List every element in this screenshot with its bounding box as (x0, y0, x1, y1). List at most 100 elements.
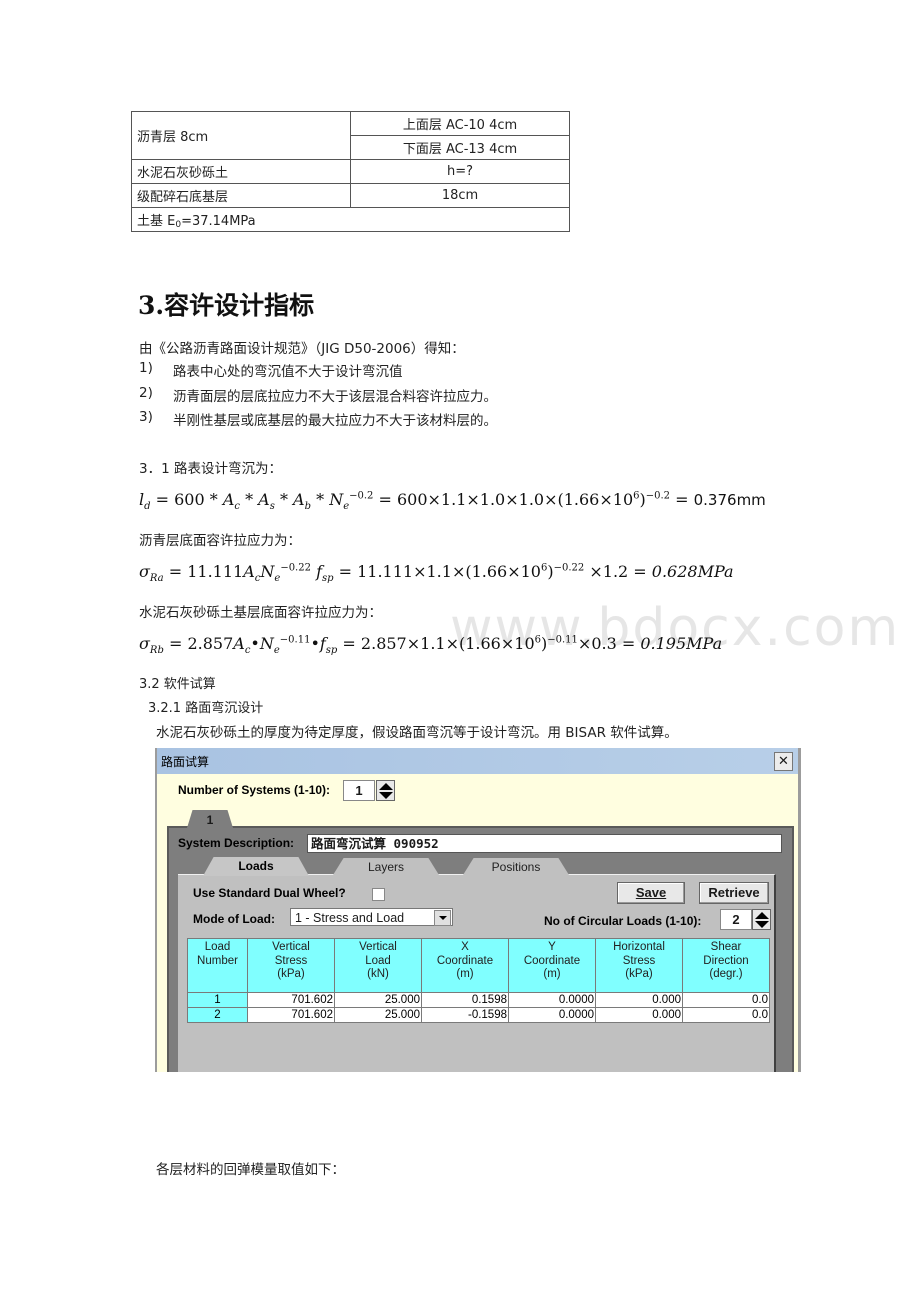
mode-select[interactable]: 1 - Stress and Load (290, 908, 453, 926)
grid-cell[interactable]: 25.000 (334, 992, 422, 1008)
tab-loads[interactable]: Loads (203, 857, 309, 876)
grid-header-text: Load (365, 954, 391, 967)
num-systems-input[interactable]: 1 (343, 780, 375, 801)
criterion-3: 3) 半刚性基层或底基层的最大拉应力不大于该材料层的。 (139, 409, 497, 429)
grid-cell[interactable]: 25.000 (334, 1007, 422, 1023)
close-button[interactable]: ✕ (774, 752, 793, 771)
grid-cell[interactable]: 0.0000 (508, 992, 596, 1008)
dialog-titlebar[interactable]: 路面试算 ✕ (157, 748, 798, 774)
subgrade-label: 土基 E (137, 213, 176, 229)
grid-cell[interactable]: 0.000 (595, 1007, 683, 1023)
close-icon: ✕ (778, 754, 789, 769)
mode-value: 1 - Stress and Load (295, 911, 405, 925)
arrow-up-icon (754, 911, 769, 919)
asphalt-stress-result: 0.628MPa (651, 562, 734, 581)
layer-subbase: 级配碎石底基层 (131, 183, 351, 208)
save-button[interactable]: Save (617, 882, 685, 904)
arrow-down-icon (378, 791, 393, 799)
system-tab-1[interactable]: 1 (187, 810, 233, 828)
layer-cement-thickness: h=? (350, 159, 570, 184)
criterion-num: 1) (139, 360, 153, 376)
grid-header-text: (kN) (367, 968, 389, 980)
grid-header-text: (kPa) (625, 968, 653, 980)
subgrade-value: =37.14MPa (181, 213, 256, 229)
grid-header-cell: Load Number (187, 938, 248, 993)
system-desc-label: System Description: (178, 836, 295, 850)
criterion-1: 1) 路表中心处的弯沉值不大于设计弯沉值 (139, 360, 403, 380)
software-text: 水泥石灰砂砾土的厚度为待定厚度，假设路面弯沉等于设计弯沉。用 BISAR 软件试… (156, 725, 678, 741)
grid-header-text: (degr.) (709, 968, 743, 980)
formula-cement-stress: σRb = 2.857Ac•Ne−0.11•fsp = 2.857×1.1×(1… (139, 634, 723, 657)
grid-cell[interactable]: 701.602 (247, 992, 335, 1008)
grid-cell[interactable]: 0.0000 (508, 1007, 596, 1023)
dialog-title: 路面试算 (161, 755, 210, 769)
layer-subgrade: 土基 E0=37.14MPa (131, 207, 570, 232)
grid-header-cell: X Coordinate (m) (421, 938, 509, 993)
grid-header-text: Vertical (359, 941, 397, 953)
grid-header-cell: Y Coordinate (m) (508, 938, 596, 993)
dual-wheel-label: Use Standard Dual Wheel? (193, 886, 346, 900)
grid-cell[interactable]: 0.000 (595, 992, 683, 1008)
load-number-cell: 1 (187, 992, 248, 1008)
deflection-label: 3．1 路表设计弯沉为： (139, 461, 282, 477)
circular-loads-label: No of Circular Loads (1-10): (544, 914, 702, 928)
grid-header-text: Vertical (272, 941, 310, 953)
circular-loads-spinner[interactable] (752, 909, 771, 930)
bisar-dialog: 路面试算 ✕ Number of Systems (1-10): 1 1 Sys… (155, 748, 801, 1072)
arrow-down-icon (754, 920, 769, 928)
grid-cell[interactable]: 0.1598 (421, 992, 509, 1008)
dual-wheel-checkbox[interactable] (372, 888, 385, 901)
grid-header-text: Number (197, 954, 238, 967)
formula-asphalt-stress: σRa = 11.111AcNe−0.22 fsp = 11.111×1.1×(… (139, 562, 734, 585)
retrieve-button[interactable]: Retrieve (699, 882, 769, 904)
asphalt-label: 沥青层底面容许拉应力为： (139, 533, 301, 549)
retrieve-label: Retrieve (708, 885, 760, 900)
intro-text: 由《公路沥青路面设计规范》（JIG D50-2006）得知： (139, 341, 465, 357)
table-row: 2 701.602 25.000 -0.1598 0.0000 0.000 0.0 (187, 1007, 770, 1023)
grid-header-text: Load (204, 941, 231, 953)
chevron-down-icon (434, 910, 451, 926)
grid-header-text: X (461, 941, 469, 953)
grid-header-text: Stress (274, 954, 308, 967)
grid-header-cell: Vertical Load (kN) (334, 938, 422, 993)
layer-asphalt-lower: 下面层 AC-13 4cm (350, 135, 570, 160)
layer-asphalt-upper: 上面层 AC-10 4cm (350, 111, 570, 136)
software-heading: 3.2 软件试算 (139, 677, 216, 692)
formula-deflection: ld = 600 * Ac * As * Ab * Ne−0.2 = 600×1… (139, 490, 766, 513)
grid-cell[interactable]: 0.0 (682, 1007, 770, 1023)
criterion-num: 3) (139, 409, 153, 425)
grid-header-text: Coordinate (523, 954, 581, 967)
section-heading: 3.容许设计指标 (138, 291, 315, 320)
layer-subbase-thickness: 18cm (350, 183, 570, 208)
criterion-2: 2) 沥青面层的层底拉应力不大于该层混合料容许拉应力。 (139, 385, 497, 405)
num-systems-spinner[interactable] (376, 780, 395, 801)
cement-label: 水泥石灰砂砾土基层底面容许拉应力为： (139, 605, 382, 621)
system-desc-input[interactable]: 路面弯沉试算 090952 (307, 834, 782, 853)
cement-stress-result: 0.195MPa (640, 634, 723, 653)
grid-header-cell: Shear Direction (degr.) (682, 938, 770, 993)
grid-header-text: Stress (622, 954, 656, 967)
mode-label: Mode of Load: (193, 912, 275, 926)
num-systems-label: Number of Systems (1-10): (178, 783, 331, 797)
grid-cell[interactable]: 701.602 (247, 1007, 335, 1023)
save-label: Save (635, 885, 667, 900)
grid-header-cell: Horizontal Stress (kPa) (595, 938, 683, 993)
grid-cell[interactable]: -0.1598 (421, 1007, 509, 1023)
layer-cement: 水泥石灰砂砾土 (131, 159, 351, 184)
grid-header-text: Shear (710, 941, 742, 953)
grid-header-text: Y (548, 941, 556, 953)
tab-positions[interactable]: Positions (463, 858, 569, 875)
criterion-num: 2) (139, 385, 153, 401)
grid-header-text: (m) (543, 968, 561, 980)
table-row: 1 701.602 25.000 0.1598 0.0000 0.000 0.0 (187, 992, 770, 1008)
loads-grid: Load Number Vertical Stress (kPa) Vertical Loa… (187, 938, 770, 1023)
criterion-text: 沥青面层的层底拉应力不大于该层混合料容许拉应力。 (173, 389, 497, 405)
deflection-result: 0.376mm (693, 491, 766, 509)
grid-header-text: Horizontal (613, 941, 665, 953)
layer-structure-table: 沥青层 8cm 上面层 AC-10 4cm 下面层 AC-13 4cm 水泥石灰… (131, 111, 570, 232)
load-number-cell: 2 (187, 1007, 248, 1023)
grid-cell[interactable]: 0.0 (682, 992, 770, 1008)
circular-loads-input[interactable]: 2 (720, 909, 752, 930)
tab-layers[interactable]: Layers (333, 858, 439, 875)
grid-header-cell: Vertical Stress (kPa) (247, 938, 335, 993)
